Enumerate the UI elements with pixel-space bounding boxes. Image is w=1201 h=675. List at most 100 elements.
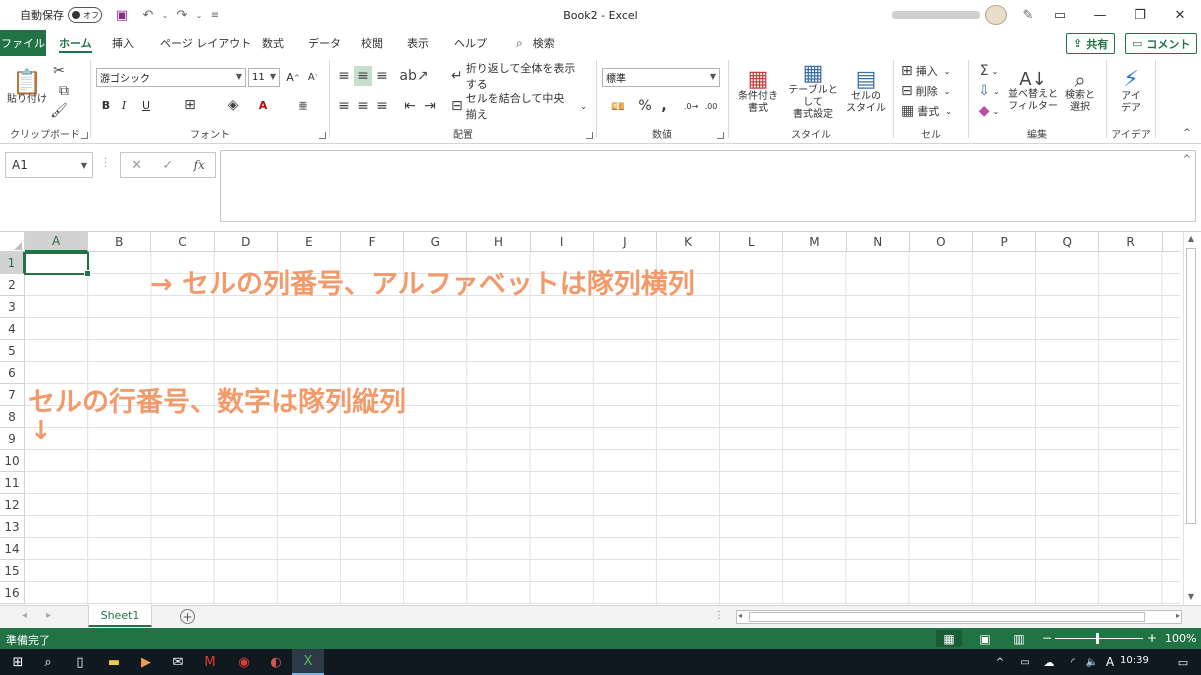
phonetic-guide-icon[interactable]: 亜 [290, 96, 316, 114]
onedrive-icon[interactable]: ☁ [1038, 649, 1060, 675]
underline-button[interactable]: U [134, 96, 158, 114]
column-header-m[interactable]: M [783, 232, 847, 252]
column-header-f[interactable]: F [341, 232, 405, 252]
clipboard-launcher-icon[interactable] [81, 132, 88, 139]
name-box[interactable]: A1 ▼ [5, 152, 93, 178]
comma-icon[interactable]: , [656, 96, 672, 116]
alignment-launcher-icon[interactable] [586, 132, 593, 139]
row-header-8[interactable]: 8 [0, 406, 25, 428]
share-button[interactable]: ⇪ 共有 [1066, 33, 1116, 54]
align-center-icon[interactable]: ≡ [354, 96, 372, 116]
column-header-o[interactable]: O [910, 232, 973, 252]
windows-start-icon[interactable]: ⊞ [2, 649, 34, 675]
save-icon[interactable]: ▣ [112, 5, 132, 25]
row-header-11[interactable]: 11 [0, 472, 25, 494]
tab-split-icon[interactable]: ⋮ [714, 610, 724, 621]
clock[interactable]: 10:39 [1120, 655, 1149, 666]
font-color-icon[interactable]: A [250, 96, 276, 114]
percent-icon[interactable]: % [636, 96, 654, 116]
grip-icon[interactable]: · · · [104, 155, 107, 173]
format-painter-icon[interactable]: 🖌 [50, 102, 68, 120]
column-header-g[interactable]: G [404, 232, 468, 252]
page-break-view-icon[interactable]: ▥ [1006, 630, 1032, 647]
decrease-decimal-icon[interactable]: .00 [702, 96, 720, 116]
column-header-e[interactable]: E [278, 232, 341, 252]
column-header-b[interactable]: B [88, 232, 152, 252]
cell-grid[interactable] [25, 252, 1180, 605]
ribbon-display-icon[interactable]: ▭ [1045, 0, 1075, 30]
row-header-2[interactable]: 2 [0, 274, 25, 296]
increase-font-icon[interactable]: A ^ [284, 68, 302, 87]
select-all-button[interactable] [0, 232, 25, 252]
enter-icon[interactable]: ✓ [162, 158, 173, 173]
collapse-ribbon-icon[interactable]: ^ [1180, 126, 1194, 140]
align-left-icon[interactable]: ≡ [335, 96, 353, 116]
avatar[interactable] [985, 5, 1007, 25]
font-name-select[interactable]: 游ゴシック ▼ [96, 68, 246, 87]
column-header-q[interactable]: Q [1036, 232, 1100, 252]
close-icon[interactable]: ✕ [1165, 0, 1195, 30]
row-header-7[interactable]: 7 [0, 384, 25, 406]
cancel-icon[interactable]: ✕ [131, 158, 142, 173]
column-header-c[interactable]: C [151, 232, 215, 252]
mail-icon[interactable]: ✉ [162, 649, 194, 675]
file-explorer-icon[interactable]: ▬ [98, 649, 130, 675]
zoom-level[interactable]: 100% [1165, 632, 1196, 645]
tab-page-layout[interactable]: ページ レイアウト [160, 30, 251, 56]
ime-icon[interactable]: A [1100, 649, 1120, 675]
align-bottom-icon[interactable]: ≡ [373, 66, 391, 86]
wifi-icon[interactable]: ◜ [1062, 649, 1084, 675]
media-player-icon[interactable]: ▶ [130, 649, 162, 675]
autosave-toggle[interactable]: オフ [68, 7, 102, 23]
clear-icon[interactable]: ◆ ⌄ [974, 102, 1004, 120]
number-format-select[interactable]: 標準 ▼ [602, 68, 720, 87]
security-app-icon[interactable]: M [194, 649, 226, 675]
row-header-6[interactable]: 6 [0, 362, 25, 384]
row-header-15[interactable]: 15 [0, 560, 25, 582]
column-header-n[interactable]: N [847, 232, 910, 252]
app-icon[interactable]: ◐ [260, 649, 292, 675]
page-layout-view-icon[interactable]: ▣ [972, 630, 998, 647]
customize-quick-access-icon[interactable]: ≡ [205, 5, 225, 25]
horizontal-scrollbar[interactable]: ◂ ▸ [736, 610, 1182, 624]
search-icon[interactable]: ⌕ [32, 649, 64, 675]
column-header-a[interactable]: A [25, 232, 89, 252]
column-header-d[interactable]: D [215, 232, 278, 252]
show-hidden-icons-icon[interactable]: ^ [990, 649, 1010, 675]
number-launcher-icon[interactable] [717, 132, 724, 139]
column-header-p[interactable]: P [973, 232, 1037, 252]
tab-formulas[interactable]: 数式 [262, 30, 284, 56]
merge-center-button[interactable]: ⊟ セルを結合して中央揃え ⌄ [451, 92, 587, 121]
task-view-icon[interactable]: ▯ [64, 649, 96, 675]
cut-icon[interactable]: ✂ [50, 62, 68, 80]
scroll-right-icon[interactable]: ▸ [1176, 611, 1180, 620]
italic-button[interactable]: I [116, 96, 132, 114]
chrome-icon[interactable]: ◉ [228, 649, 260, 675]
autosum-icon[interactable]: Σ ⌄ [974, 62, 1004, 80]
column-header-i[interactable]: I [531, 232, 594, 252]
column-header-l[interactable]: L [720, 232, 784, 252]
copy-icon[interactable]: ⧉ [50, 82, 78, 100]
cell-styles-button[interactable]: ▤ セルの スタイル [842, 62, 890, 122]
align-middle-icon[interactable]: ≡ [354, 66, 372, 86]
conditional-format-button[interactable]: ▦ 条件付き 書式 [732, 62, 784, 122]
fill-icon[interactable]: ⇩ ⌄ [974, 82, 1004, 100]
sheet-tab[interactable]: Sheet1 [88, 605, 152, 627]
font-launcher-icon[interactable] [319, 132, 326, 139]
next-sheet-icon[interactable]: ▸ [46, 610, 51, 621]
column-header-r[interactable]: R [1099, 232, 1163, 252]
row-header-1[interactable]: 1 [0, 252, 25, 274]
orientation-icon[interactable]: ab↗ [399, 66, 428, 86]
zoom-slider-knob[interactable] [1096, 633, 1099, 644]
insert-cells-button[interactable]: ⊞ 挿入 ⌄ [901, 62, 961, 80]
add-sheet-icon[interactable]: + [180, 609, 195, 624]
tab-data[interactable]: データ [308, 30, 341, 56]
font-size-select[interactable]: 11 ▼ [248, 68, 280, 87]
scroll-thumb[interactable] [749, 612, 1145, 622]
zoom-slider[interactable] [1055, 633, 1143, 644]
notifications-icon[interactable]: ▭ [1170, 649, 1196, 675]
row-header-16[interactable]: 16 [0, 582, 25, 604]
excel-taskbar-icon[interactable]: X [292, 649, 324, 675]
wrap-text-button[interactable]: ↵ 折り返して全体を表示する [451, 62, 581, 91]
zoom-in-icon[interactable]: + [1147, 631, 1157, 645]
